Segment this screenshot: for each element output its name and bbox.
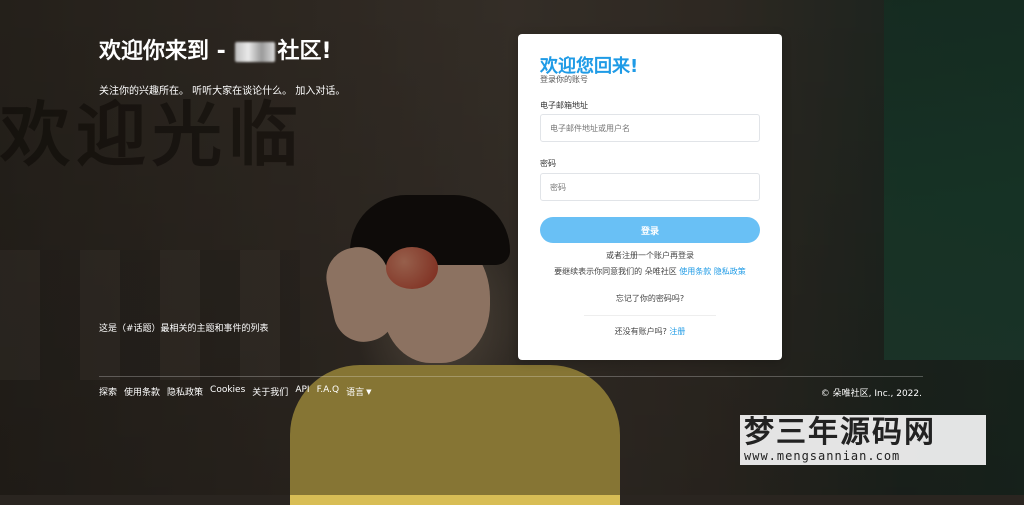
- terms-link[interactable]: 使用条款: [679, 267, 711, 276]
- terms-agreement: 要继续表示你同意我们的 朵唯社区 使用条款 隐私政策: [518, 266, 782, 277]
- footer-link-api[interactable]: API: [295, 385, 309, 398]
- footer-link-faq[interactable]: F.A.Q: [317, 385, 340, 398]
- privacy-link[interactable]: 隐私政策: [714, 267, 746, 276]
- watermark-chinese: 梦三年源码网: [744, 415, 936, 450]
- password-label: 密码: [540, 159, 556, 168]
- hero-title-prefix: 欢迎你来到 -: [99, 39, 226, 64]
- footer-nav: 探索 使用条款 隐私政策 Cookies 关于我们 API F.A.Q 语言 ▼: [99, 385, 372, 398]
- footer-divider: [99, 376, 923, 377]
- email-field[interactable]: [540, 114, 760, 142]
- language-selector[interactable]: 语言 ▼: [346, 385, 372, 399]
- forgot-password-link[interactable]: 忘记了你的密码吗?: [518, 293, 782, 304]
- watermark: 梦三年源码网 www.mengsannian.com: [740, 415, 986, 465]
- hero-title: 欢迎你来到 - 社区!: [99, 33, 332, 65]
- footer-link-terms[interactable]: 使用条款: [124, 385, 160, 398]
- login-subtitle: 登录你的账号: [540, 75, 588, 84]
- footer-link-privacy[interactable]: 隐私政策: [167, 385, 203, 398]
- or-register-text: 或者注册一个账户再登录: [606, 251, 694, 260]
- register-prompt: 还没有账户吗? 注册: [518, 326, 782, 337]
- footer-link-explore[interactable]: 探索: [99, 385, 117, 398]
- caret-down-icon: ▼: [366, 387, 372, 396]
- language-label: 语言: [346, 388, 365, 398]
- login-button[interactable]: 登录: [540, 217, 760, 243]
- blurred-site-name: [235, 42, 276, 62]
- terms-prefix: 要继续表示你同意我们的 朵唯社区: [554, 267, 677, 276]
- no-account-text: 还没有账户吗?: [614, 327, 667, 336]
- password-field[interactable]: [540, 173, 760, 201]
- login-card: 欢迎您回来! 登录你的账号 电子邮箱地址 密码 登录 或者注册一个账户再登录 要…: [518, 34, 782, 360]
- footer-link-cookies[interactable]: Cookies: [210, 385, 245, 398]
- register-link[interactable]: 注册: [669, 327, 685, 336]
- copyright-text: © 朵唯社区, Inc., 2022.: [820, 389, 922, 399]
- email-label: 电子邮箱地址: [540, 101, 588, 110]
- watermark-url: www.mengsannian.com: [744, 449, 901, 463]
- footer-link-about[interactable]: 关于我们: [252, 385, 288, 398]
- card-divider: [584, 315, 716, 316]
- hero-subtitle: 关注你的兴趣所在。 听听大家在谈论什么。 加入对话。: [99, 86, 346, 97]
- topics-description: 这是（#话题）最相关的主题和事件的列表: [99, 324, 269, 334]
- hero-title-suffix: 社区!: [277, 39, 332, 64]
